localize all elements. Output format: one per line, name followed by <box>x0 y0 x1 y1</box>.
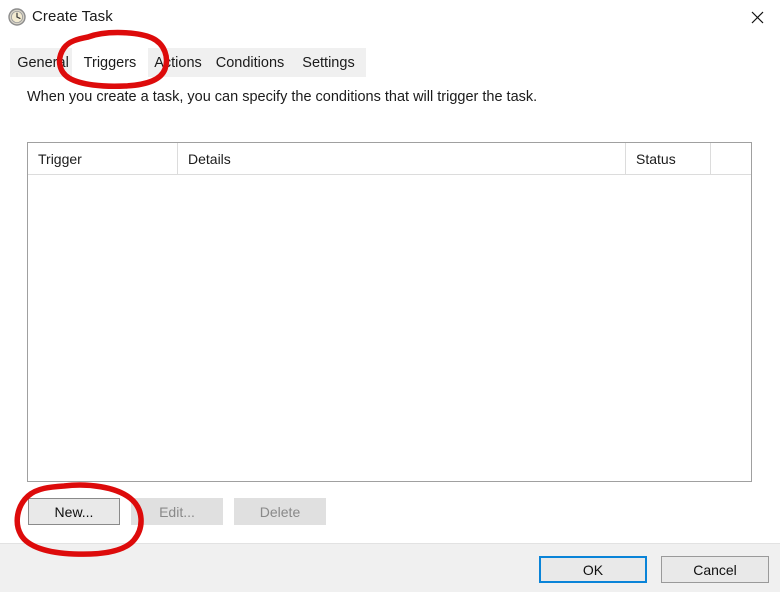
triggers-list[interactable]: Trigger Details Status <box>27 142 752 482</box>
tab-general[interactable]: General <box>10 48 76 77</box>
ok-button[interactable]: OK <box>539 556 647 583</box>
tab-content-triggers: When you create a task, you can specify … <box>0 77 780 543</box>
dialog-footer: OK Cancel <box>0 543 780 592</box>
description-text: When you create a task, you can specify … <box>27 89 538 105</box>
column-header-details[interactable]: Details <box>178 143 626 175</box>
new-button[interactable]: New... <box>28 498 120 525</box>
triggers-list-header: Trigger Details Status <box>28 143 751 175</box>
tab-triggers[interactable]: Triggers <box>72 48 148 77</box>
tab-strip: General Triggers Actions Conditions Sett… <box>0 38 780 77</box>
window-title: Create Task <box>32 8 113 25</box>
triggers-list-body[interactable] <box>28 175 751 481</box>
clock-icon <box>8 8 26 26</box>
tab-conditions[interactable]: Conditions <box>206 48 294 77</box>
tab-settings[interactable]: Settings <box>291 48 366 77</box>
column-header-trigger[interactable]: Trigger <box>28 143 178 175</box>
edit-button: Edit... <box>131 498 223 525</box>
close-icon[interactable] <box>734 0 780 34</box>
delete-button: Delete <box>234 498 326 525</box>
cancel-button[interactable]: Cancel <box>661 556 769 583</box>
column-header-status[interactable]: Status <box>626 143 711 175</box>
tab-actions[interactable]: Actions <box>145 48 211 77</box>
title-bar: Create Task <box>0 0 780 38</box>
